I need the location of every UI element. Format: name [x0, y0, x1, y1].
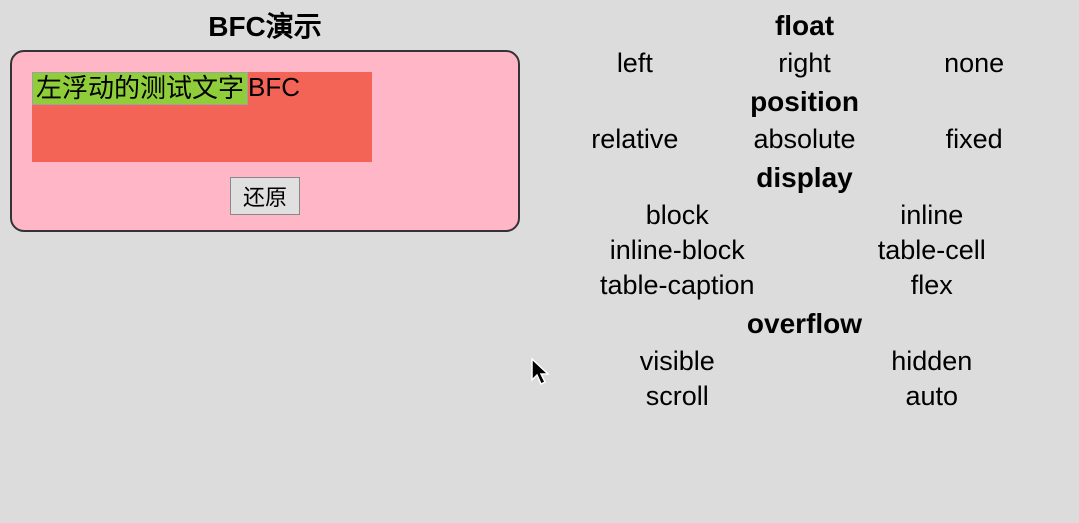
option-display-table-cell[interactable]: table-cell	[810, 233, 1054, 268]
option-position-relative[interactable]: relative	[553, 122, 716, 157]
option-position-fixed[interactable]: fixed	[893, 122, 1056, 157]
demo-panel: BFC演示 左浮动的测试文字 BFC 还原	[0, 0, 530, 523]
options-row-overflow: visible hidden scroll auto	[550, 344, 1059, 414]
group-title-float: float	[550, 10, 1059, 42]
options-row-position: relativeabsolutefixed	[550, 122, 1059, 157]
option-overflow-hidden[interactable]: hidden	[810, 344, 1054, 379]
demo-content: 左浮动的测试文字 BFC	[32, 72, 498, 172]
option-display-inline[interactable]: inline	[810, 198, 1054, 233]
options-panel: float leftrightnone position relativeabsolu…	[530, 0, 1079, 523]
option-position-absolute[interactable]: absolute	[723, 122, 886, 157]
option-display-flex[interactable]: flex	[810, 268, 1054, 303]
group-title-position: position	[550, 86, 1059, 118]
option-overflow-auto[interactable]: auto	[810, 379, 1054, 414]
bfc-text: BFC	[248, 72, 300, 102]
options-row-display: block inline inline-block table-cell table-c…	[550, 198, 1059, 303]
reset-button[interactable]: 还原	[230, 177, 300, 215]
group-title-display: display	[550, 162, 1059, 194]
option-overflow-visible[interactable]: visible	[555, 344, 799, 379]
option-float-none[interactable]: none	[893, 46, 1056, 81]
option-overflow-scroll[interactable]: scroll	[555, 379, 799, 414]
option-display-block[interactable]: block	[555, 198, 799, 233]
option-display-inline-block[interactable]: inline-block	[555, 233, 799, 268]
options-row-float: leftrightnone	[550, 46, 1059, 81]
option-float-left[interactable]: left	[553, 46, 716, 81]
float-left-box: 左浮动的测试文字	[32, 72, 248, 105]
reset-row: 还原	[32, 177, 498, 215]
group-title-overflow: overflow	[550, 308, 1059, 340]
option-float-right[interactable]: right	[723, 46, 886, 81]
demo-box: 左浮动的测试文字 BFC 还原	[10, 50, 520, 232]
page-title: BFC演示	[10, 5, 520, 45]
option-display-table-caption[interactable]: table-caption	[555, 268, 799, 303]
